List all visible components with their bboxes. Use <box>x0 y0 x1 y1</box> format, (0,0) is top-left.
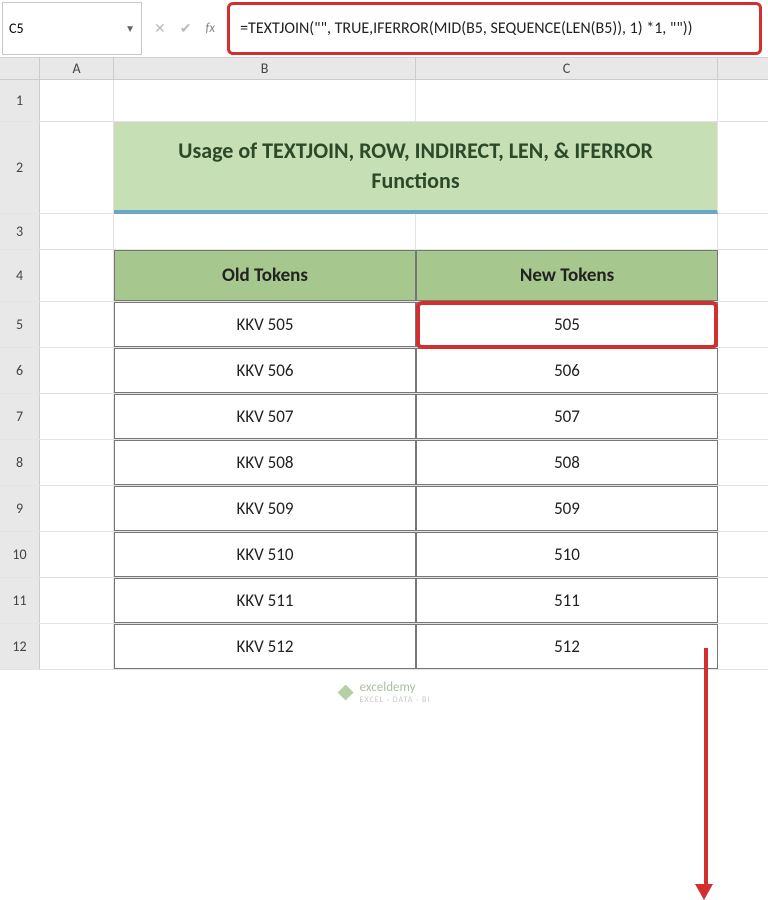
row-header[interactable]: 10 <box>0 532 40 577</box>
header-label: New Tokens <box>520 264 614 287</box>
cell-value: 509 <box>554 498 580 519</box>
grid-row: 1 <box>0 80 768 122</box>
table-row: 10 KKV 510 510 <box>0 532 768 578</box>
cell-old-token[interactable]: KKV 506 <box>114 348 416 393</box>
cell-old-token[interactable]: KKV 512 <box>114 624 416 669</box>
row-header[interactable]: 5 <box>0 302 40 347</box>
grid-row: 4 Old Tokens New Tokens <box>0 250 768 302</box>
column-header-b[interactable]: B <box>114 58 416 79</box>
row-header[interactable]: 3 <box>0 214 40 249</box>
cell[interactable] <box>40 578 114 623</box>
cell[interactable] <box>114 80 416 121</box>
cell[interactable] <box>40 348 114 393</box>
name-box-value: C5 <box>9 20 24 37</box>
cell-old-token[interactable]: KKV 508 <box>114 440 416 485</box>
row-header[interactable]: 12 <box>0 624 40 669</box>
watermark-name: exceldemy <box>360 680 431 695</box>
table-row: 7 KKV 507 507 <box>0 394 768 440</box>
cell[interactable] <box>416 80 718 121</box>
row-header[interactable]: 7 <box>0 394 40 439</box>
cell-value: KKV 512 <box>236 636 293 657</box>
cell-value: 506 <box>554 360 580 381</box>
select-all-corner[interactable] <box>0 58 40 79</box>
cell-value: KKV 511 <box>236 590 293 611</box>
row-header[interactable]: 8 <box>0 440 40 485</box>
cell-value: KKV 509 <box>236 498 293 519</box>
page-title: Usage of TEXTJOIN, ROW, INDIRECT, LEN, &… <box>132 136 699 195</box>
watermark: exceldemy EXCEL · DATA · BI <box>338 680 431 705</box>
header-label: Old Tokens <box>222 264 308 287</box>
formula-bar-icons: ✕ ✔ fx <box>144 0 225 57</box>
cell[interactable] <box>40 532 114 577</box>
table-row: 9 KKV 509 509 <box>0 486 768 532</box>
row-header[interactable]: 9 <box>0 486 40 531</box>
cell[interactable] <box>40 214 114 249</box>
row-header[interactable]: 6 <box>0 348 40 393</box>
cell-value: KKV 508 <box>236 452 293 473</box>
cell-value: KKV 507 <box>236 406 293 427</box>
table-header-old[interactable]: Old Tokens <box>114 250 416 301</box>
table-header-new[interactable]: New Tokens <box>416 250 718 301</box>
cell-new-token[interactable]: 505 <box>416 302 718 347</box>
cancel-icon[interactable]: ✕ <box>154 20 166 37</box>
cell[interactable] <box>40 394 114 439</box>
cell[interactable] <box>40 440 114 485</box>
enter-icon[interactable]: ✔ <box>180 20 192 37</box>
row-header[interactable]: 4 <box>0 250 40 301</box>
cell[interactable] <box>40 122 114 213</box>
chevron-down-icon[interactable]: ▼ <box>125 22 135 35</box>
cell-value: 510 <box>554 544 580 565</box>
cell-new-token[interactable]: 507 <box>416 394 718 439</box>
column-header-a[interactable]: A <box>40 58 114 79</box>
table-row: 11 KKV 511 511 <box>0 578 768 624</box>
cell-value: 512 <box>554 636 580 657</box>
cell-new-token[interactable]: 506 <box>416 348 718 393</box>
cell-new-token[interactable]: 511 <box>416 578 718 623</box>
cell-value: KKV 510 <box>236 544 293 565</box>
cell-value: KKV 505 <box>236 314 293 335</box>
spreadsheet-grid: 1 2 Usage of TEXTJOIN, ROW, INDIRECT, LE… <box>0 80 768 670</box>
grid-row: 3 <box>0 214 768 250</box>
cell-new-token[interactable]: 509 <box>416 486 718 531</box>
cell-old-token[interactable]: KKV 509 <box>114 486 416 531</box>
cell-old-token[interactable]: KKV 507 <box>114 394 416 439</box>
formula-bar-region: C5 ▼ ✕ ✔ fx =TEXTJOIN("", TRUE,IFERROR(M… <box>0 0 768 58</box>
cell[interactable] <box>40 250 114 301</box>
cell-old-token[interactable]: KKV 510 <box>114 532 416 577</box>
grid-row: 2 Usage of TEXTJOIN, ROW, INDIRECT, LEN,… <box>0 122 768 214</box>
cell-value: KKV 506 <box>236 360 293 381</box>
cell[interactable] <box>416 214 718 249</box>
formula-text: =TEXTJOIN("", TRUE,IFERROR(MID(B5, SEQUE… <box>240 18 692 40</box>
row-header[interactable]: 1 <box>0 80 40 121</box>
cell-old-token[interactable]: KKV 505 <box>114 302 416 347</box>
cell-value: 508 <box>554 452 580 473</box>
name-box[interactable]: C5 ▼ <box>2 2 142 55</box>
column-headers: A B C <box>0 58 768 80</box>
cell-new-token[interactable]: 508 <box>416 440 718 485</box>
cell[interactable] <box>114 214 416 249</box>
table-row: 5 KKV 505 505 <box>0 302 768 348</box>
cell-value: 507 <box>554 406 580 427</box>
logo-icon <box>338 685 354 701</box>
table-row: 12 KKV 512 512 <box>0 624 768 670</box>
column-header-c[interactable]: C <box>416 58 718 79</box>
cell[interactable] <box>40 302 114 347</box>
fx-icon[interactable]: fx <box>205 21 215 36</box>
table-row: 6 KKV 506 506 <box>0 348 768 394</box>
formula-input[interactable]: =TEXTJOIN("", TRUE,IFERROR(MID(B5, SEQUE… <box>227 2 762 55</box>
cell-value: 505 <box>554 314 580 335</box>
cell-new-token[interactable]: 512 <box>416 624 718 669</box>
cell[interactable] <box>40 486 114 531</box>
cell-value: 511 <box>554 590 580 611</box>
row-header[interactable]: 11 <box>0 578 40 623</box>
cell-new-token[interactable]: 510 <box>416 532 718 577</box>
watermark-sub: EXCEL · DATA · BI <box>360 695 431 705</box>
row-header[interactable]: 2 <box>0 122 40 213</box>
title-cell[interactable]: Usage of TEXTJOIN, ROW, INDIRECT, LEN, &… <box>114 122 718 214</box>
cell-old-token[interactable]: KKV 511 <box>114 578 416 623</box>
cell[interactable] <box>40 80 114 121</box>
table-row: 8 KKV 508 508 <box>0 440 768 486</box>
cell[interactable] <box>40 624 114 669</box>
